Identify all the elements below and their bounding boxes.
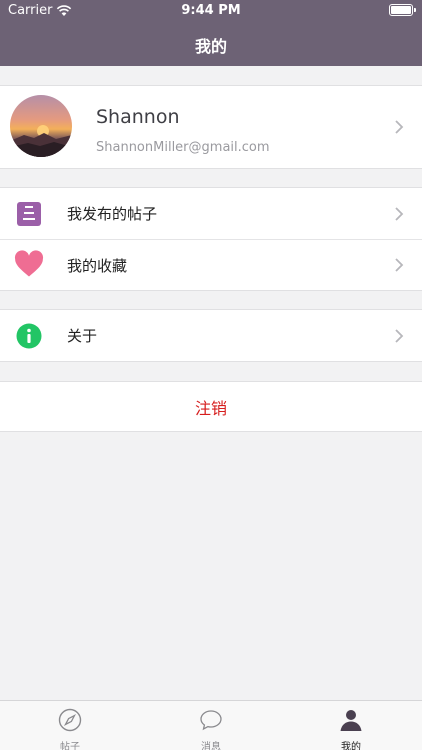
posts-icon	[17, 201, 41, 226]
chevron-right-icon	[395, 120, 404, 134]
tab-posts[interactable]: 帖子	[0, 701, 140, 750]
profile-row[interactable]: Shannon ShannonMiller@gmail.com	[0, 86, 422, 168]
my-content-section: 我发布的帖子 我的收藏	[0, 187, 422, 291]
profile-section: Shannon ShannonMiller@gmail.com	[0, 85, 422, 169]
battery-icon	[389, 4, 416, 16]
chevron-right-icon	[395, 258, 404, 272]
tab-me[interactable]: 我的	[281, 701, 421, 750]
menu-item-label: 我的收藏	[67, 256, 128, 275]
tab-label: 帖子	[60, 742, 80, 750]
menu-item-my-posts[interactable]: 我发布的帖子	[0, 188, 422, 239]
info-icon	[16, 323, 42, 348]
navigation-bar: Carrier 9:44 PM 我的	[0, 0, 422, 66]
avatar	[10, 95, 72, 157]
chat-bubble-icon	[200, 710, 222, 731]
compass-icon	[58, 708, 82, 732]
status-bar: Carrier 9:44 PM	[0, 0, 422, 22]
heart-icon	[14, 250, 44, 277]
tab-label: 消息	[201, 742, 221, 750]
menu-item-label: 我发布的帖子	[67, 205, 158, 223]
chevron-right-icon	[395, 328, 404, 343]
about-section: 关于	[0, 309, 422, 362]
profile-email: ShannonMiller@gmail.com	[96, 140, 270, 155]
person-icon	[340, 710, 362, 731]
chevron-right-icon	[395, 206, 404, 221]
logout-button[interactable]: 注销	[0, 381, 422, 432]
profile-name: Shannon	[96, 106, 180, 128]
menu-item-about[interactable]: 关于	[0, 310, 422, 361]
status-time: 9:44 PM	[181, 3, 241, 18]
tab-label: 我的	[341, 742, 361, 750]
tab-bar: 帖子 消息 我的	[0, 700, 422, 750]
logout-label: 注销	[194, 398, 227, 418]
tab-messages[interactable]: 消息	[141, 701, 281, 750]
menu-item-favorites[interactable]: 我的收藏	[0, 239, 422, 290]
page-title: 我的	[194, 37, 227, 56]
menu-item-label: 关于	[67, 327, 98, 345]
